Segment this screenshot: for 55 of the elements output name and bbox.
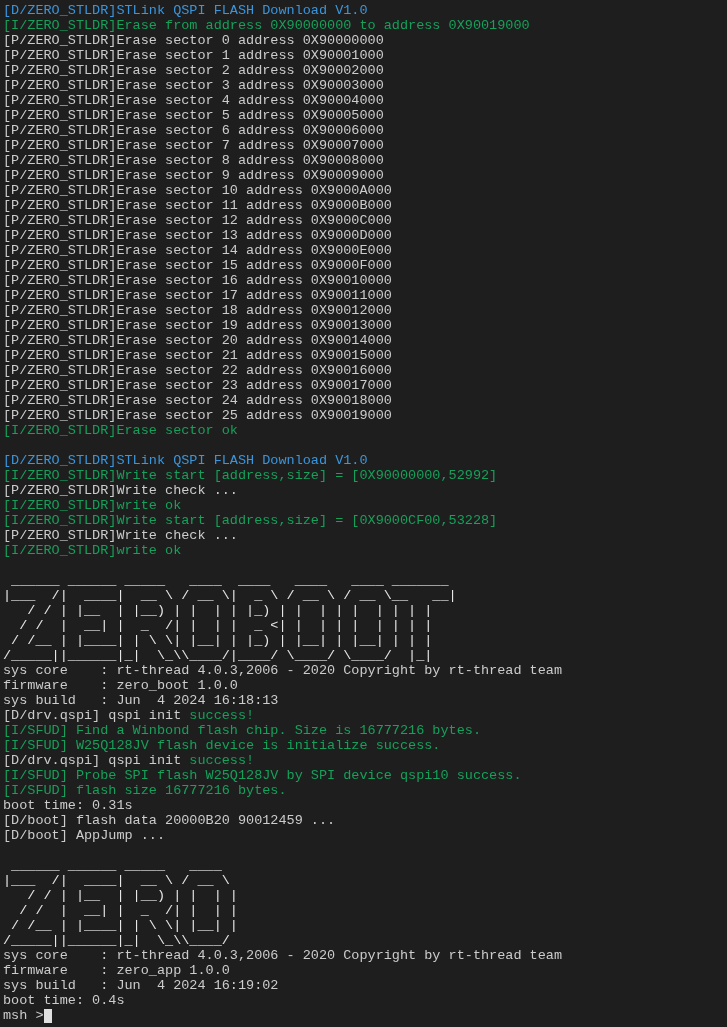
log-line: sys build : Jun 4 2024 16:19:02 [3, 978, 279, 993]
log-line: [P/ZERO_STLDR]Erase sector 13 address 0X9000D000 [3, 228, 392, 243]
log-line: [I/ZERO_STLDR]Erase sector ok [3, 423, 238, 438]
log-line: [P/ZERO_STLDR]Erase sector 16 address 0X90010000 [3, 273, 392, 288]
log-line: [I/ZERO_STLDR]write ok [3, 543, 182, 558]
log-line: [I/SFUD] W25Q128JV flash device is initialize success. [3, 738, 441, 753]
log-line: [P/ZERO_STLDR]Erase sector 7 address 0X90007000 [3, 138, 384, 153]
log-line: boot time: 0.31s [3, 798, 133, 813]
log-line: [I/SFUD] Find a Winbond flash chip. Size is 16777216 bytes. [3, 723, 481, 738]
log-line: [P/ZERO_STLDR]Erase sector 0 address 0X90000000 [3, 33, 384, 48]
log-line: [P/ZERO_STLDR]Erase sector 4 address 0X90004000 [3, 93, 384, 108]
log-line: [P/ZERO_STLDR]Erase sector 5 address 0X90005000 [3, 108, 384, 123]
log-line: sys core : rt-thread 4.0.3,2006 - 2020 Copyright by rt-thread team [3, 663, 562, 678]
log-line: [P/ZERO_STLDR]Erase sector 22 address 0X90016000 [3, 363, 392, 378]
log-line: [P/ZERO_STLDR]Erase sector 17 address 0X90011000 [3, 288, 392, 303]
log-line: [P/ZERO_STLDR]Erase sector 11 address 0X9000B000 [3, 198, 392, 213]
log-line: [I/SFUD] Probe SPI flash W25Q128JV by SPI device qspi10 success. [3, 768, 522, 783]
log-line: firmware : zero_app 1.0.0 [3, 963, 230, 978]
log-line: [D/drv.qspi] qspi init success! [3, 708, 255, 723]
log-line: firmware : zero_boot 1.0.0 [3, 678, 238, 693]
log-line: [P/ZERO_STLDR]Erase sector 18 address 0X90012000 [3, 303, 392, 318]
log-line: [I/ZERO_STLDR]Erase from address 0X90000000 to address 0X90019000 [3, 18, 530, 33]
log-line: [I/ZERO_STLDR]Write start [address,size] = [0X9000CF00,53228] [3, 513, 498, 528]
log-line: sys build : Jun 4 2024 16:18:13 [3, 693, 279, 708]
shell-prompt: msh > [3, 1008, 44, 1023]
log-line: [P/ZERO_STLDR]Erase sector 9 address 0X90009000 [3, 168, 384, 183]
log-line: [P/ZERO_STLDR]Erase sector 2 address 0X90002000 [3, 63, 384, 78]
log-line: [D/ZERO_STLDR]STLink QSPI FLASH Download V1.0 [3, 453, 368, 468]
ascii-art-text: ______ ______ _____ ____ ____ ____ ____ _______ |___ /| ____| __ \ / __ \| _ \ / __ \ / __ \__ __| / / | |__ | |__) | | | | |_) | | | | | | | | | / / | __| | _ /| | | | _ <| | | | | | | | | / /__ | |____| | \ \| |__| | |_) | |__| | |__| | | | /_____||______|_| \_\\____/|____/ \____/ \____/ |_| [3, 573, 457, 663]
log-line: [I/SFUD] flash size 16777216 bytes. [3, 783, 287, 798]
log-line: [P/ZERO_STLDR]Write check ... [3, 528, 238, 543]
log-line: [P/ZERO_STLDR]Erase sector 24 address 0X90018000 [3, 393, 392, 408]
log-line: [I/ZERO_STLDR]Write start [address,size] = [0X90000000,52992] [3, 468, 498, 483]
log-line: [I/ZERO_STLDR]write ok [3, 498, 182, 513]
log-line: [P/ZERO_STLDR]Erase sector 23 address 0X90017000 [3, 378, 392, 393]
log-line: [P/ZERO_STLDR]Erase sector 25 address 0X90019000 [3, 408, 392, 423]
log-line: [P/ZERO_STLDR]Erase sector 21 address 0X90015000 [3, 348, 392, 363]
log-line: [P/ZERO_STLDR]Erase sector 20 address 0X90014000 [3, 333, 392, 348]
log-line: [P/ZERO_STLDR]Erase sector 15 address 0X9000F000 [3, 258, 392, 273]
ascii-art-text: ______ ______ _____ ____ |___ /| ____| __ \ / __ \ / / | |__ | |__) | | | | / / | __| | _ /| | | | / /__ | |____| | \ \| |__| | /_____||______|_| \_\\____/ [3, 858, 238, 948]
log-line: [D/ZERO_STLDR]STLink QSPI FLASH Download V1.0 [3, 3, 368, 18]
log-line: [P/ZERO_STLDR]Erase sector 14 address 0X9000E000 [3, 243, 392, 258]
log-line: [D/boot] flash data 20000B20 90012459 ... [3, 813, 336, 828]
log-line: [D/boot] AppJump ... [3, 828, 166, 843]
log-line: boot time: 0.4s [3, 993, 125, 1008]
log-line: sys core : rt-thread 4.0.3,2006 - 2020 Copyright by rt-thread team [3, 948, 562, 963]
log-line: [P/ZERO_STLDR]Erase sector 12 address 0X9000C000 [3, 213, 392, 228]
log-line: [D/drv.qspi] qspi init success! [3, 753, 255, 768]
log-line: [P/ZERO_STLDR]Erase sector 10 address 0X9000A000 [3, 183, 392, 198]
log-line: [P/ZERO_STLDR]Write check ... [3, 483, 238, 498]
log-line: [P/ZERO_STLDR]Erase sector 8 address 0X90008000 [3, 153, 384, 168]
log-line: [P/ZERO_STLDR]Erase sector 6 address 0X90006000 [3, 123, 384, 138]
log-line: [P/ZERO_STLDR]Erase sector 19 address 0X90013000 [3, 318, 392, 333]
log-line: [P/ZERO_STLDR]Erase sector 1 address 0X90001000 [3, 48, 384, 63]
log-line: [P/ZERO_STLDR]Erase sector 3 address 0X90003000 [3, 78, 384, 93]
